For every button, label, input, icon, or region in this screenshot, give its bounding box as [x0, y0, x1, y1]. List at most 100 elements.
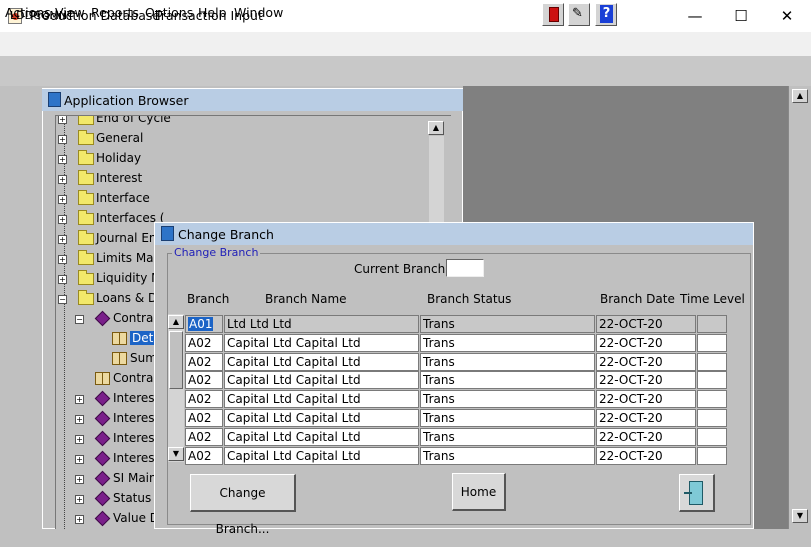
grid-cell[interactable]: 22-OCT-20 — [596, 409, 696, 427]
scroll-down-arrow-icon[interactable]: ▼ — [792, 509, 808, 523]
tree-item-label: End of Cycle — [96, 116, 171, 125]
grid-cell[interactable] — [697, 447, 727, 465]
grid-cell[interactable]: Trans — [420, 390, 595, 408]
grid-cell[interactable]: 22-OCT-20 — [596, 390, 696, 408]
maximize-button[interactable]: ☐ — [718, 0, 764, 32]
menu-help[interactable]: Help — [198, 5, 227, 20]
folder-icon — [78, 190, 94, 205]
expand-toggle-icon[interactable]: + — [58, 155, 67, 164]
expand-toggle-icon[interactable]: + — [58, 255, 67, 264]
tree-item-label: Interest — [113, 451, 160, 465]
grid-cell[interactable]: 22-OCT-20 — [596, 447, 696, 465]
expand-toggle-icon[interactable]: + — [75, 455, 84, 464]
desktop-scrollbar[interactable] — [788, 86, 811, 529]
expand-toggle-icon[interactable]: + — [58, 116, 67, 124]
grid-cell[interactable]: 22-OCT-20 — [596, 334, 696, 352]
left-gutter — [0, 522, 42, 529]
expand-toggle-icon[interactable]: + — [58, 275, 67, 284]
grid-cell[interactable]: A02 — [185, 334, 223, 352]
grid-cell[interactable] — [697, 371, 727, 389]
scroll-up-arrow-icon[interactable]: ▲ — [428, 121, 444, 135]
grid-cell[interactable] — [697, 315, 727, 333]
expand-toggle-icon[interactable]: + — [58, 235, 67, 244]
expand-toggle-icon[interactable]: + — [75, 495, 84, 504]
grid-cell[interactable]: Trans — [420, 334, 595, 352]
expand-toggle-icon[interactable]: + — [75, 515, 84, 524]
grid-cell[interactable]: A01 — [185, 315, 223, 333]
current-branch-input[interactable] — [446, 259, 484, 277]
menu-reports[interactable]: Reports — [91, 5, 139, 20]
menu-window[interactable]: Window — [234, 5, 283, 20]
grid-cell[interactable]: Capital Ltd Capital Ltd — [224, 409, 419, 427]
grid-cell[interactable]: Capital Ltd Capital Ltd — [224, 334, 419, 352]
grid-cell[interactable]: A02 — [185, 447, 223, 465]
change-branch-title: Change Branch — [178, 227, 274, 242]
grid-cell[interactable]: Trans — [420, 447, 595, 465]
grid-cell[interactable]: Trans — [420, 428, 595, 446]
grid-cell[interactable]: Capital Ltd Capital Ltd — [224, 447, 419, 465]
expand-toggle-icon[interactable]: + — [75, 475, 84, 484]
home-button[interactable]: Home — [452, 473, 506, 511]
help-tool-button[interactable]: ? — [595, 3, 617, 26]
grid-cell[interactable]: Capital Ltd Capital Ltd — [224, 390, 419, 408]
close-button[interactable]: ✕ — [764, 0, 810, 32]
expand-toggle-icon[interactable]: + — [75, 435, 84, 444]
grid-cell[interactable] — [697, 334, 727, 352]
grid-cell[interactable]: Trans — [420, 315, 595, 333]
tree-item-label: Contrac — [113, 371, 160, 385]
grid-cell[interactable]: A02 — [185, 390, 223, 408]
expand-toggle-icon[interactable]: + — [75, 415, 84, 424]
folder-icon — [78, 250, 94, 265]
tree-item-label: Journal En — [96, 231, 157, 245]
grid-scroll-thumb[interactable] — [169, 331, 183, 389]
scroll-up-arrow-icon[interactable]: ▲ — [792, 89, 808, 103]
grid-cell[interactable]: Trans — [420, 371, 595, 389]
folder-icon — [78, 290, 94, 305]
menu-options[interactable]: Options — [145, 5, 193, 20]
grid-cell[interactable]: Trans — [420, 409, 595, 427]
tree-item-label: Interface — [96, 191, 150, 205]
folder-icon — [78, 130, 94, 145]
tree-item-label: Loans & D — [96, 291, 158, 305]
grid-cell[interactable] — [697, 409, 727, 427]
expand-toggle-icon[interactable]: + — [58, 175, 67, 184]
expand-toggle-icon[interactable]: − — [58, 295, 67, 304]
grid-cell[interactable]: A02 — [185, 428, 223, 446]
grid-cell[interactable] — [697, 353, 727, 371]
expand-toggle-icon[interactable]: + — [58, 135, 67, 144]
grid-cell[interactable]: 22-OCT-20 — [596, 428, 696, 446]
exit-door-icon — [684, 481, 703, 505]
exit-tool-button[interactable] — [542, 3, 564, 26]
expand-toggle-icon[interactable]: + — [75, 395, 84, 404]
grid-cell[interactable] — [697, 428, 727, 446]
expand-toggle-icon[interactable]: − — [75, 315, 84, 324]
grid-cell[interactable]: 22-OCT-20 — [596, 371, 696, 389]
current-branch-label: Current Branch — [354, 262, 446, 276]
window-icon — [48, 92, 61, 107]
module-icon — [94, 510, 111, 527]
grid-cell[interactable]: A02 — [185, 409, 223, 427]
expand-toggle-icon[interactable]: + — [58, 215, 67, 224]
grid-cell[interactable]: 22-OCT-20 — [596, 315, 696, 333]
grid-cell[interactable]: A02 — [185, 353, 223, 371]
book-icon — [112, 332, 127, 345]
minimize-button[interactable]: — — [672, 0, 718, 32]
grid-cell[interactable]: Trans — [420, 353, 595, 371]
grid-cell[interactable]: A02 — [185, 371, 223, 389]
folder-icon — [78, 270, 94, 285]
exit-button[interactable] — [679, 474, 715, 512]
grid-cell[interactable]: Ltd Ltd Ltd — [224, 315, 419, 333]
grid-cell[interactable]: Capital Ltd Capital Ltd — [224, 371, 419, 389]
expand-toggle-icon[interactable]: + — [58, 195, 67, 204]
grid-cell[interactable]: Capital Ltd Capital Ltd — [224, 353, 419, 371]
module-icon — [94, 490, 111, 507]
grid-cell[interactable] — [697, 390, 727, 408]
module-icon — [94, 310, 111, 327]
grid-cell[interactable]: 22-OCT-20 — [596, 353, 696, 371]
grid-cell[interactable]: Capital Ltd Capital Ltd — [224, 428, 419, 446]
scroll-up-arrow-icon[interactable]: ▲ — [168, 315, 184, 329]
scroll-down-arrow-icon[interactable]: ▼ — [168, 447, 184, 461]
folder-icon — [78, 210, 94, 225]
clear-tool-button[interactable]: ✎ — [568, 3, 590, 26]
change-branch-button[interactable]: Change Branch... — [190, 474, 296, 536]
